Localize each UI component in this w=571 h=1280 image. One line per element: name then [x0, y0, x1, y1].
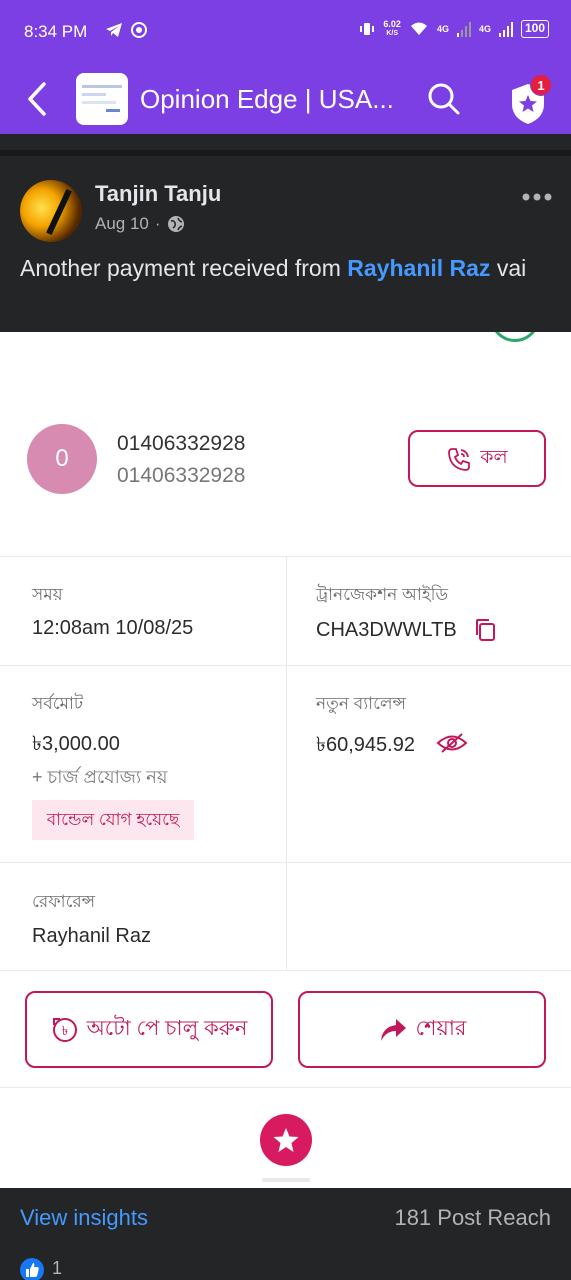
- status-bar: 8:34 PM 6.02 K/S 4G 4G 100: [0, 0, 571, 64]
- more-options-button[interactable]: [522, 178, 552, 209]
- battery-indicator: 100: [520, 20, 549, 38]
- status-right-icons: 6.02 K/S 4G 4G 100: [359, 20, 549, 38]
- share-label: শেয়ার: [415, 1017, 467, 1040]
- post-footer: View insights 181 Post Reach 1: [0, 1188, 571, 1280]
- txn-id-value: CHA3DWWLTB: [316, 619, 457, 641]
- telegram-icon: [106, 23, 122, 38]
- like-reaction-icon[interactable]: [20, 1258, 44, 1280]
- autopay-button: ৳ অটো পে চালু করুন: [25, 991, 273, 1068]
- post-text-after: vai: [490, 255, 527, 281]
- reference-value: Rayhanil Raz: [32, 925, 151, 947]
- like-count[interactable]: 1: [52, 1258, 62, 1279]
- star-fab: [260, 1114, 312, 1166]
- mention-link[interactable]: Rayhanil Raz: [347, 255, 490, 281]
- txn-id-label: ট্রানজেকশন আইডি: [316, 585, 449, 604]
- reference-label: রেফারেন্স: [32, 892, 96, 911]
- bundle-tag: বান্ডেল যোগ হয়েছে: [32, 800, 194, 840]
- total-value: ৳3,000.00: [32, 733, 120, 755]
- autopay-icon: ৳: [52, 1017, 77, 1042]
- post-reach: 181 Post Reach: [394, 1205, 551, 1230]
- admin-shield-button[interactable]: 1: [506, 74, 552, 124]
- notification-badge: 1: [530, 74, 552, 96]
- post-meta: Aug 10 ·: [95, 214, 185, 234]
- wifi-icon: [410, 22, 427, 35]
- author-name[interactable]: Tanjin Tanju: [95, 181, 221, 207]
- charge-note: + চার্জ প্রযোজ্য নয়: [32, 767, 168, 787]
- thumbs-up-icon: [26, 1263, 39, 1277]
- thumb-line: [82, 93, 106, 96]
- row-divider: [0, 665, 571, 666]
- row-divider: [0, 862, 571, 863]
- globe-icon: [167, 216, 184, 232]
- view-insights-link[interactable]: View insights: [20, 1205, 148, 1231]
- signal-icon-1: [456, 22, 471, 37]
- post-header: Tanjin Tanju Aug 10 · Another payment re…: [0, 134, 571, 332]
- signal-label-1: 4G: [436, 24, 449, 34]
- post-text-before: Another payment received from: [20, 255, 348, 281]
- phone-icon: [448, 447, 471, 471]
- call-button: কল: [408, 430, 546, 487]
- signal-label-2: 4G: [478, 24, 491, 34]
- balance-label: নতুন ব্যালেন্স: [316, 694, 406, 713]
- share-arrow-icon: [380, 1018, 406, 1041]
- speed-value: 6.02: [383, 19, 401, 29]
- post-text: Another payment received from Rayhanil R…: [20, 252, 550, 284]
- total-label: সর্বমোট: [32, 694, 84, 713]
- row-divider: [0, 1087, 571, 1088]
- app-bar: Opinion Edge | USA... 1: [0, 64, 571, 134]
- star-icon: [273, 1128, 299, 1152]
- time-label: সময়: [32, 585, 63, 604]
- back-arrow-icon: [28, 82, 46, 116]
- avatar-detail: [46, 188, 72, 236]
- status-notification-icons: [105, 21, 148, 39]
- thumb-line: [82, 85, 122, 88]
- eye-off-icon: [436, 733, 468, 753]
- share-button: শেয়ার: [298, 991, 546, 1068]
- search-icon: [428, 83, 460, 115]
- autopay-label: অটো পে চালু করুন: [86, 1017, 248, 1040]
- signal-icon-2: [498, 22, 513, 37]
- svg-text:৳: ৳: [61, 1024, 67, 1039]
- back-button[interactable]: [22, 80, 52, 118]
- app-notification-icon: [131, 22, 148, 39]
- contact-number: 01406332928: [117, 464, 246, 487]
- search-button[interactable]: [426, 81, 462, 117]
- section-divider: [0, 150, 571, 156]
- call-label: কল: [480, 446, 508, 468]
- row-divider: [0, 970, 571, 971]
- group-thumbnail[interactable]: [76, 73, 128, 125]
- meta-separator: ·: [154, 214, 161, 233]
- contact-name: 01406332928: [117, 432, 246, 455]
- thumb-line: [106, 109, 120, 112]
- author-avatar[interactable]: [20, 180, 82, 242]
- time-value: 12:08am 10/08/25: [32, 617, 194, 639]
- thumb-line: [82, 101, 116, 104]
- speed-unit: K/S: [386, 30, 398, 37]
- status-time: 8:34 PM: [24, 22, 88, 41]
- balance-value: ৳60,945.92: [316, 734, 415, 756]
- post-image-transaction[interactable]: 0 01406332928 01406332928 কল সময় 12:08a…: [0, 332, 571, 1188]
- home-indicator: [262, 1178, 310, 1182]
- post-date[interactable]: Aug 10: [95, 214, 149, 234]
- copy-icon: [476, 619, 495, 641]
- vibrate-icon: [360, 23, 375, 35]
- column-divider: [286, 556, 287, 970]
- network-speed: 6.02 K/S: [383, 20, 401, 38]
- more-dots-icon: [522, 193, 552, 201]
- group-title[interactable]: Opinion Edge | USA...: [140, 84, 394, 115]
- contact-avatar: 0: [27, 424, 97, 494]
- success-arc: [490, 332, 540, 342]
